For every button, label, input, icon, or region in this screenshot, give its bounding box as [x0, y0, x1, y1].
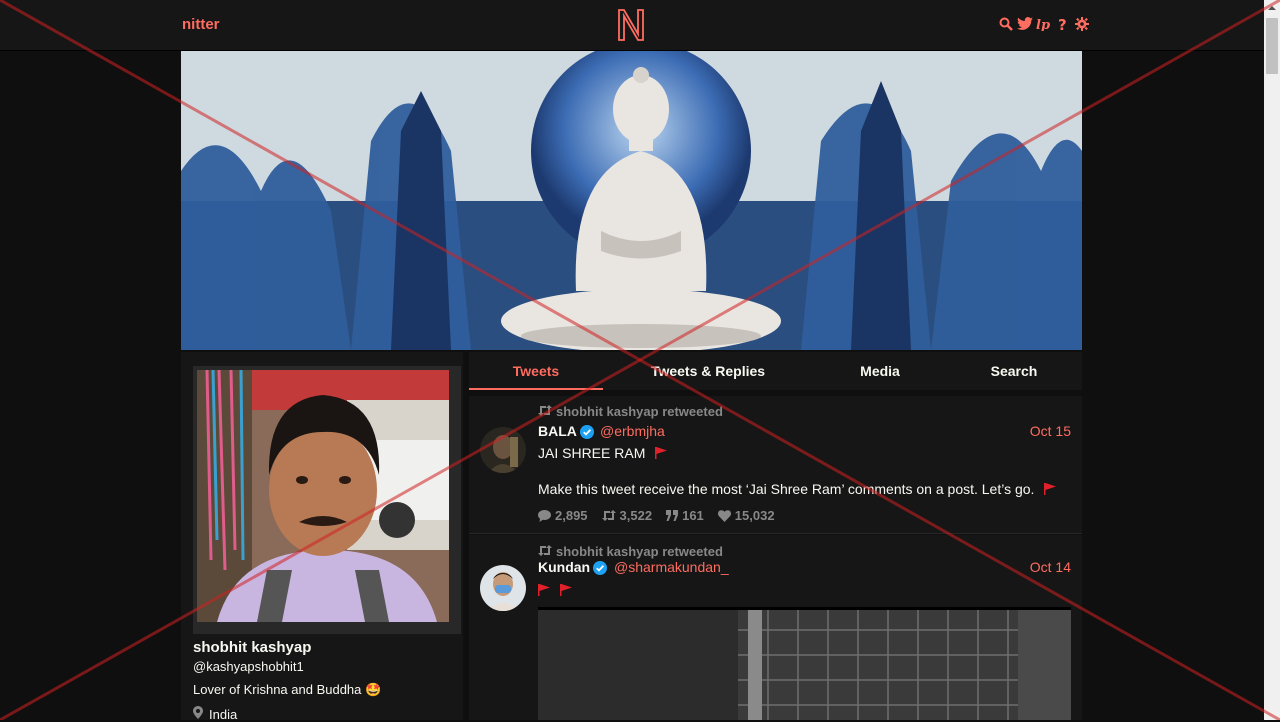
svg-text:?: ?	[1058, 17, 1067, 31]
red-flag-icon	[1044, 482, 1057, 498]
red-flag-icon	[538, 583, 550, 599]
timeline: shobhit kashyap retweeted BALA @erbmjha …	[469, 396, 1082, 720]
tab-tweets[interactable]: Tweets	[469, 352, 603, 390]
tweet-stats: 2,895 3,522 161 15,032	[538, 508, 775, 523]
retweet-label: shobhit kashyap retweeted	[556, 404, 723, 419]
tab-media[interactable]: Media	[833, 352, 927, 390]
verified-badge-icon	[580, 425, 594, 439]
tweet-fullname[interactable]: Kundan	[538, 559, 590, 575]
retweet-icon	[538, 404, 552, 419]
reply-count: 2,895	[555, 508, 588, 523]
quote-icon	[666, 510, 679, 521]
timeline-item[interactable]: shobhit kashyap retweeted BALA @erbmjha …	[469, 396, 1082, 534]
twitter-bird-icon[interactable]	[1017, 16, 1033, 32]
scroll-up-arrow-icon[interactable]	[1264, 0, 1280, 16]
page-scrollbar[interactable]	[1264, 0, 1280, 720]
retweet-stat[interactable]: 3,522	[601, 508, 653, 523]
tweet-text	[538, 582, 572, 599]
retweet-header: shobhit kashyap retweeted	[538, 404, 723, 419]
tweet-handle[interactable]: @erbmjha	[600, 423, 665, 439]
settings-icon[interactable]	[1074, 16, 1090, 32]
tweet-media[interactable]	[538, 607, 1071, 720]
verified-badge-icon	[593, 561, 607, 575]
tweet-date[interactable]: Oct 15	[1030, 423, 1071, 439]
svg-text:lp: lp	[1036, 18, 1050, 31]
heart-icon	[717, 509, 731, 522]
navbar: nitter lp ?	[0, 0, 1264, 51]
red-flag-icon	[559, 583, 572, 599]
retweet-count: 3,522	[619, 508, 653, 523]
profile-username[interactable]: @kashyapshobhit1	[193, 659, 304, 674]
tweet-fullname[interactable]: BALA	[538, 423, 577, 439]
timeline-tabs: Tweets Tweets & Replies Media Search	[469, 352, 1082, 390]
tweet-text-body: Make this tweet receive the most ‘Jai Sh…	[538, 481, 1057, 498]
help-icon[interactable]: ?	[1055, 16, 1071, 32]
lp-icon[interactable]: lp	[1036, 16, 1052, 32]
scroll-thumb[interactable]	[1266, 18, 1278, 74]
retweet-icon	[538, 544, 552, 559]
profile-avatar[interactable]	[193, 366, 461, 634]
profile-fullname[interactable]: shobhit kashyap	[193, 639, 311, 656]
red-flag-icon	[655, 446, 668, 462]
timeline-item[interactable]: shobhit kashyap retweeted Kundan @sharma…	[469, 535, 1082, 720]
like-count: 15,032	[734, 508, 775, 523]
tweet-text-line1: JAI SHREE RAM	[538, 445, 646, 461]
tweet-text-line2: Make this tweet receive the most ‘Jai Sh…	[538, 481, 1035, 497]
tweet-date[interactable]: Oct 14	[1030, 559, 1071, 575]
tweet-text: JAI SHREE RAM	[538, 445, 668, 462]
retweet-icon	[601, 510, 616, 521]
nitter-logo-icon[interactable]	[616, 7, 646, 43]
tweet-handle[interactable]: @sharmakundan_	[614, 559, 729, 575]
nav-icons: lp ?	[998, 16, 1090, 32]
tweet-avatar[interactable]	[480, 565, 526, 611]
search-icon[interactable]	[998, 16, 1014, 32]
retweet-label: shobhit kashyap retweeted	[556, 544, 723, 559]
quote-stat[interactable]: 161	[666, 508, 704, 523]
retweet-header: shobhit kashyap retweeted	[538, 544, 723, 559]
location-text: India	[209, 706, 238, 722]
comment-icon	[538, 509, 551, 522]
quote-count: 161	[682, 508, 704, 523]
profile-banner[interactable]	[181, 51, 1082, 350]
reply-stat[interactable]: 2,895	[538, 508, 588, 523]
like-stat[interactable]: 15,032	[717, 508, 775, 523]
nav-brand-link[interactable]: nitter	[182, 16, 220, 33]
tab-search[interactable]: Search	[967, 352, 1061, 390]
tab-tweets-replies[interactable]: Tweets & Replies	[631, 352, 785, 390]
profile-bio: Lover of Krishna and Buddha 🤩	[193, 682, 382, 697]
tweet-avatar[interactable]	[480, 427, 526, 473]
